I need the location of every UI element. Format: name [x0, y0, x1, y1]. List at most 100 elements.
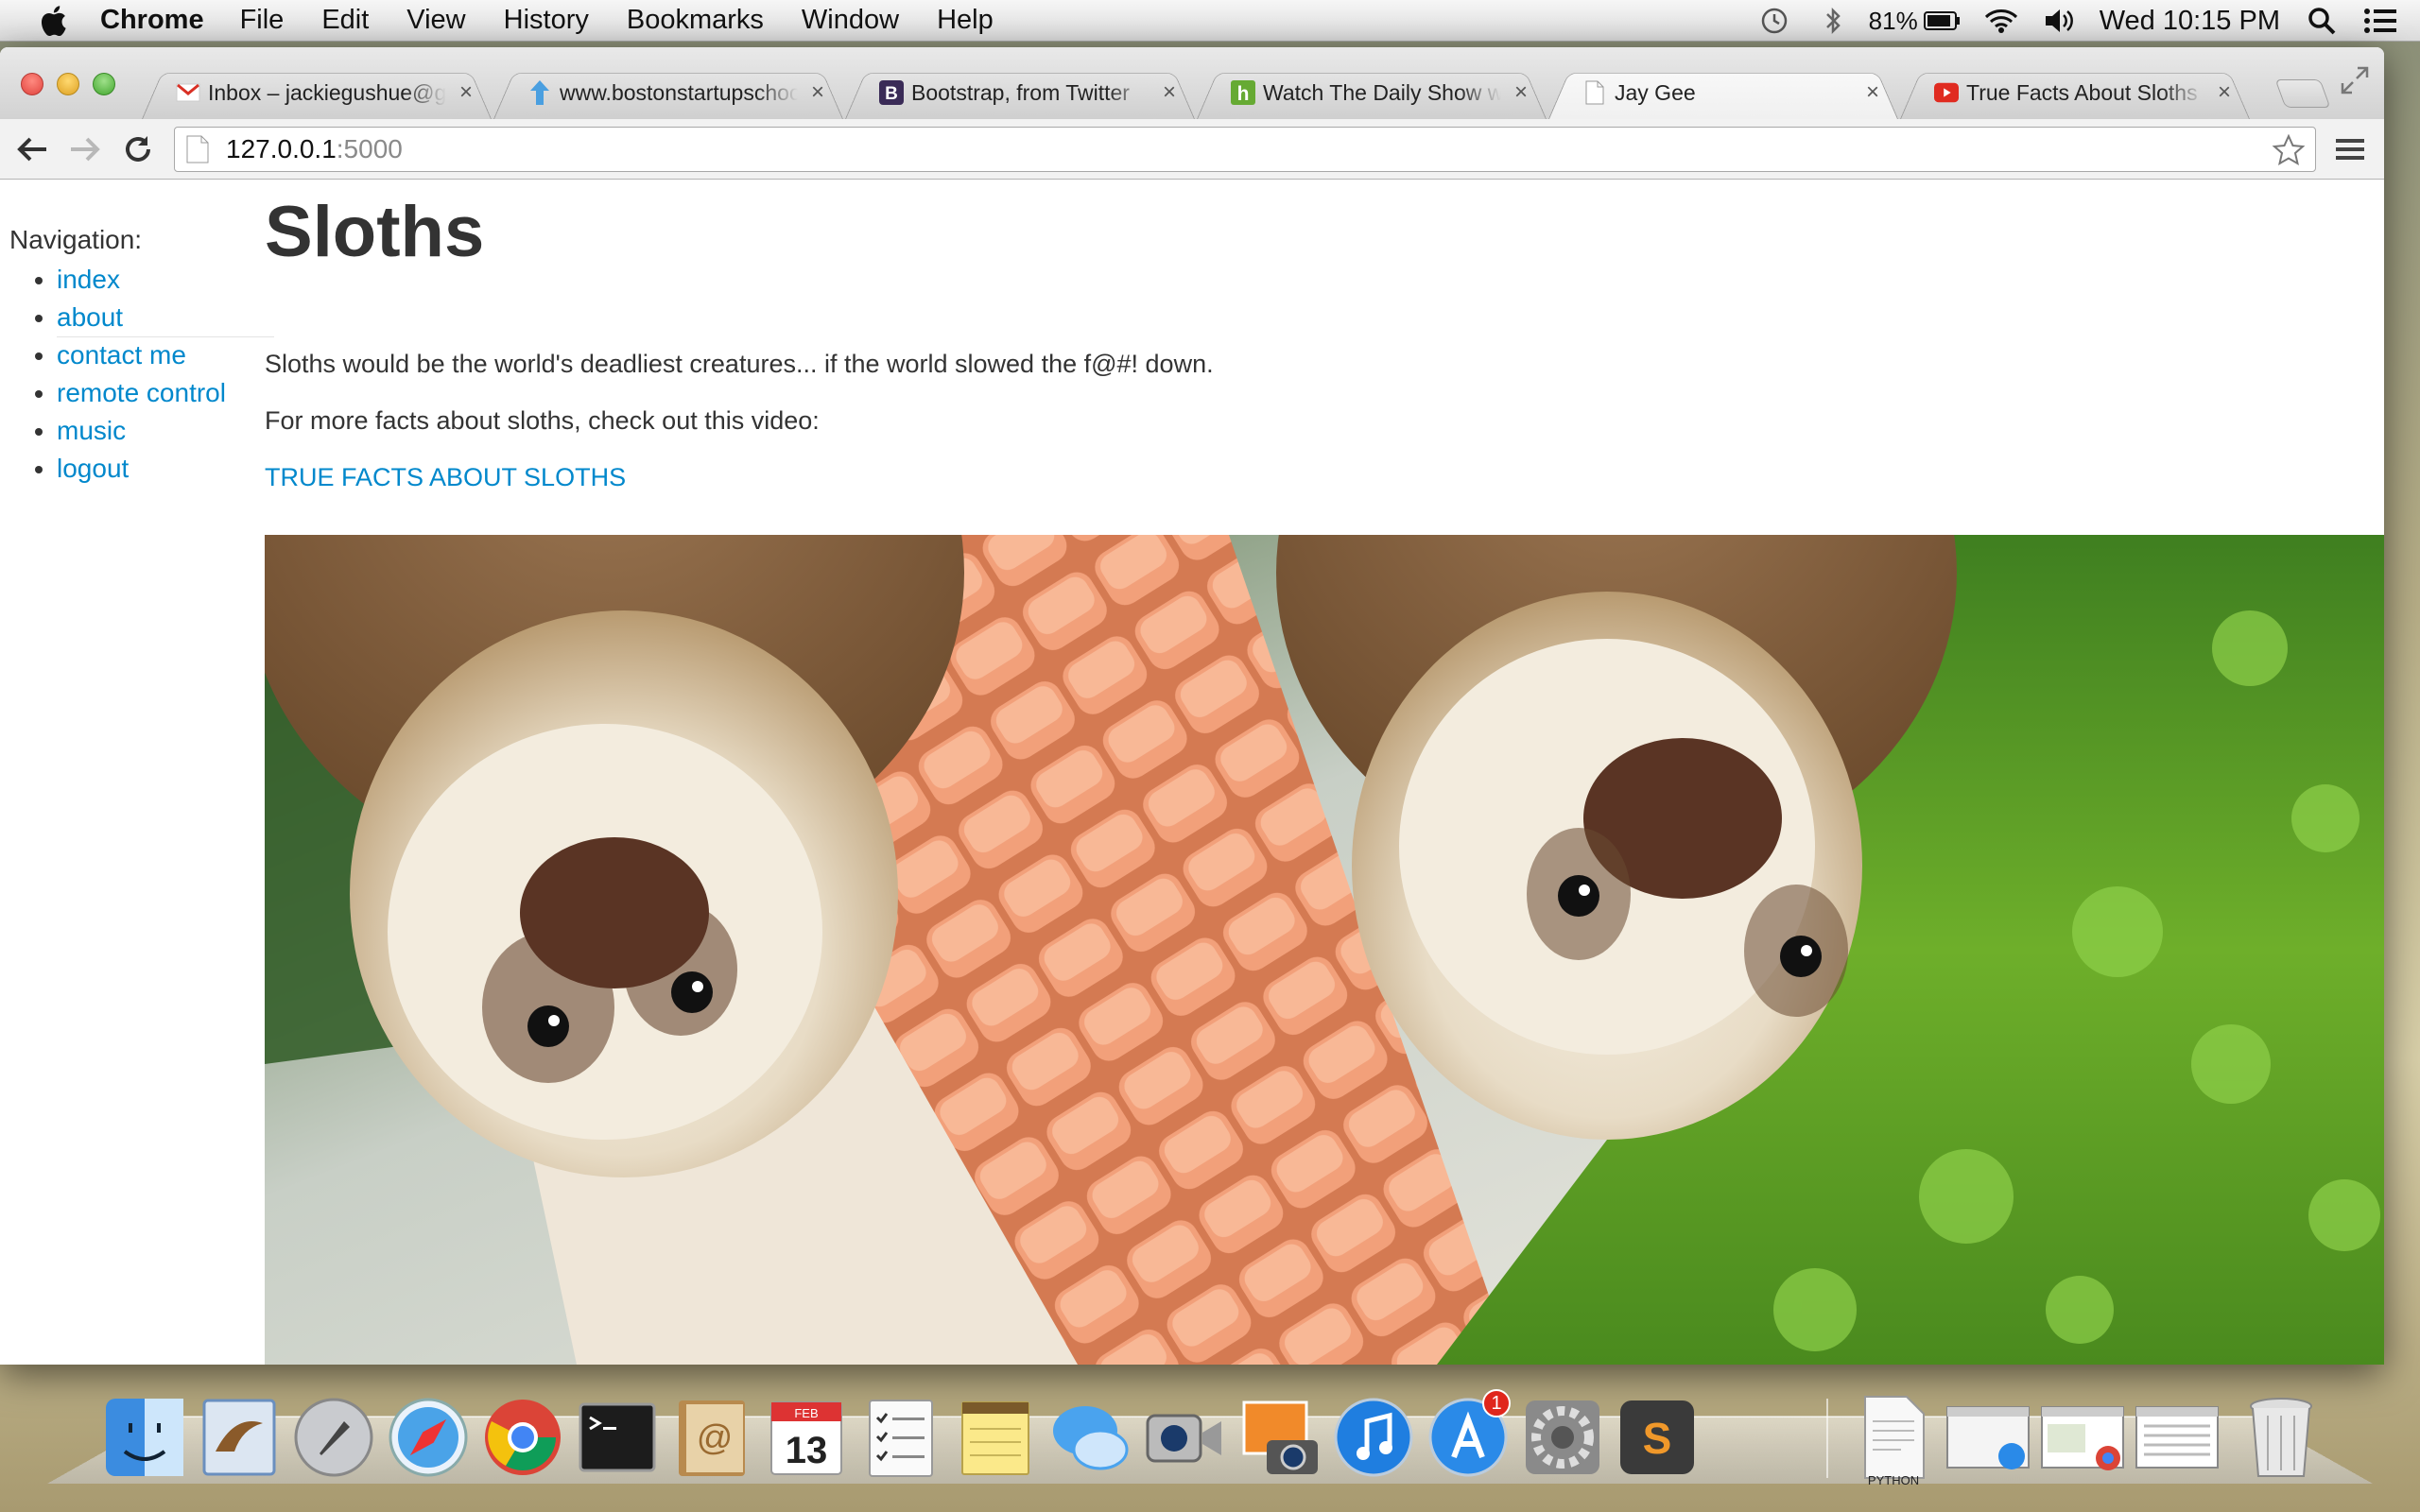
menu-app-name[interactable]: Chrome [100, 5, 204, 36]
bluetooth-icon[interactable] [1814, 4, 1852, 38]
bookmark-star-icon[interactable] [2272, 133, 2306, 167]
menu-clock[interactable]: Wed 10:15 PM [2100, 6, 2280, 37]
minimized-finder-window-icon[interactable] [2133, 1393, 2221, 1482]
forward-arrow-icon[interactable] [64, 129, 106, 170]
app-store-icon[interactable]: 1 [1424, 1389, 1512, 1482]
tab-strip: Inbox – jackiegushue@gmail.com × www.bos… [0, 47, 2384, 119]
iphoto-icon[interactable] [1235, 1393, 1323, 1482]
chrome-menu-icon[interactable] [2329, 129, 2371, 170]
window-close-button[interactable] [21, 73, 43, 95]
page-content: Navigation: index about contact me remot… [0, 180, 2384, 1365]
nav-link-remote-control[interactable]: remote control [57, 378, 226, 407]
calendar-icon[interactable]: FEB 13 [762, 1393, 851, 1482]
facetime-icon[interactable] [1140, 1393, 1229, 1482]
nav-link-index[interactable]: index [57, 265, 120, 294]
page-icon [186, 135, 209, 163]
launchpad-icon[interactable] [289, 1393, 378, 1482]
video-link[interactable]: TRUE FACTS ABOUT SLOTHS [265, 463, 626, 492]
tab-bootstrap[interactable]: B Bootstrap, from Twitter × [845, 66, 1195, 119]
upload-arrow-icon [527, 80, 552, 105]
svg-text:@: @ [697, 1418, 734, 1458]
tab-boston-startup-school[interactable]: www.bostonstartupschool.com × [493, 66, 843, 119]
divider [57, 336, 274, 337]
system-preferences-icon[interactable] [1518, 1393, 1607, 1482]
reload-icon[interactable] [117, 129, 159, 170]
tab-close-icon[interactable]: × [456, 79, 476, 105]
messages-icon[interactable] [1046, 1393, 1134, 1482]
minimized-chrome-window-icon[interactable] [2038, 1393, 2127, 1482]
nav-link-contact[interactable]: contact me [57, 340, 186, 369]
gmail-icon [176, 80, 200, 105]
tab-daily-show[interactable]: h Watch The Daily Show with Jon Stewart … [1197, 66, 1547, 119]
tab-gmail-inbox[interactable]: Inbox – jackiegushue@gmail.com × [142, 66, 492, 119]
fullscreen-icon[interactable] [2339, 64, 2371, 96]
menu-view[interactable]: View [406, 5, 465, 36]
terminal-icon[interactable] [573, 1393, 662, 1482]
menu-bookmarks[interactable]: Bookmarks [627, 5, 764, 36]
notification-center-icon[interactable] [2361, 4, 2399, 38]
itunes-icon[interactable] [1329, 1393, 1418, 1482]
sublime-text-icon[interactable]: S [1613, 1393, 1702, 1482]
tab-close-icon[interactable]: × [1159, 79, 1180, 105]
tab-close-icon[interactable]: × [1511, 79, 1531, 105]
battery-icon[interactable] [1923, 4, 1962, 38]
tab-youtube-sloths[interactable]: True Facts About Sloths – YouTube × [1900, 66, 2250, 119]
safari-icon[interactable] [384, 1393, 473, 1482]
nav-list: index about contact me remote control mu… [9, 261, 265, 488]
video-paragraph: For more facts about sloths, check out t… [265, 406, 820, 435]
nav-item: contact me [57, 336, 265, 374]
nav-item: music [57, 412, 265, 450]
back-arrow-icon[interactable] [11, 129, 53, 170]
nav-label: Navigation: [9, 225, 143, 254]
calendar-day: 13 [786, 1430, 828, 1471]
dock: @ FEB 13 1 S PYTHON [95, 1385, 2344, 1489]
mail-icon[interactable] [195, 1393, 284, 1482]
svg-text:h: h [1237, 83, 1250, 105]
python-document-icon[interactable]: PYTHON [1849, 1393, 1938, 1487]
browser-toolbar: 127.0.0.1:5000 [0, 119, 2384, 180]
nav-link-about[interactable]: about [57, 302, 123, 332]
tab-title: Jay Gee [1615, 79, 1696, 105]
menu-window[interactable]: Window [802, 5, 899, 36]
volume-icon[interactable] [2041, 4, 2079, 38]
menu-edit[interactable]: Edit [321, 5, 369, 36]
window-zoom-button[interactable] [93, 73, 115, 95]
tab-close-icon[interactable]: × [2214, 79, 2235, 105]
nav-link-music[interactable]: music [57, 416, 126, 445]
chrome-icon[interactable] [478, 1393, 567, 1482]
blank-page-icon [1582, 80, 1607, 105]
finder-icon[interactable] [100, 1393, 189, 1482]
tab-jay-gee[interactable]: Jay Gee × [1548, 66, 1898, 119]
new-tab-button[interactable] [2274, 79, 2331, 108]
nav-item: logout [57, 450, 265, 488]
notes-icon[interactable] [951, 1393, 1040, 1482]
stacked-window-icon[interactable] [1944, 1393, 2032, 1482]
tab-close-icon[interactable]: × [807, 79, 828, 105]
menu-file[interactable]: File [240, 5, 285, 36]
address-bar[interactable]: 127.0.0.1:5000 [174, 127, 2316, 172]
trash-icon[interactable] [2237, 1393, 2325, 1482]
calendar-month: FEB [794, 1406, 818, 1420]
reminders-icon[interactable] [856, 1393, 945, 1482]
wifi-icon[interactable] [1982, 4, 2020, 38]
address-book-icon[interactable]: @ [667, 1393, 756, 1482]
nav-link-logout[interactable]: logout [57, 454, 129, 483]
time-machine-icon[interactable] [1755, 4, 1793, 38]
menu-history[interactable]: History [504, 5, 589, 36]
tab-close-icon[interactable]: × [1862, 79, 1883, 105]
page-title: Sloths [265, 192, 485, 272]
intro-paragraph: Sloths would be the world's deadliest cr… [265, 350, 1214, 378]
tab-title: Bootstrap, from Twitter [911, 79, 1130, 105]
sloths-photo [265, 535, 2384, 1365]
url-host: 127.0.0.1 [226, 134, 337, 163]
nav-item: about [57, 299, 265, 336]
dock-separator [1826, 1399, 1828, 1478]
hulu-icon: h [1231, 80, 1255, 105]
window-minimize-button[interactable] [57, 73, 79, 95]
spotlight-search-icon[interactable] [2303, 4, 2341, 38]
battery-percent[interactable]: 81% [1869, 7, 1918, 36]
tab-title: True Facts About Sloths – YouTube [1966, 79, 2204, 105]
menu-help[interactable]: Help [937, 5, 994, 36]
bootstrap-icon: B [879, 80, 904, 105]
apple-menu-icon[interactable] [34, 2, 72, 40]
